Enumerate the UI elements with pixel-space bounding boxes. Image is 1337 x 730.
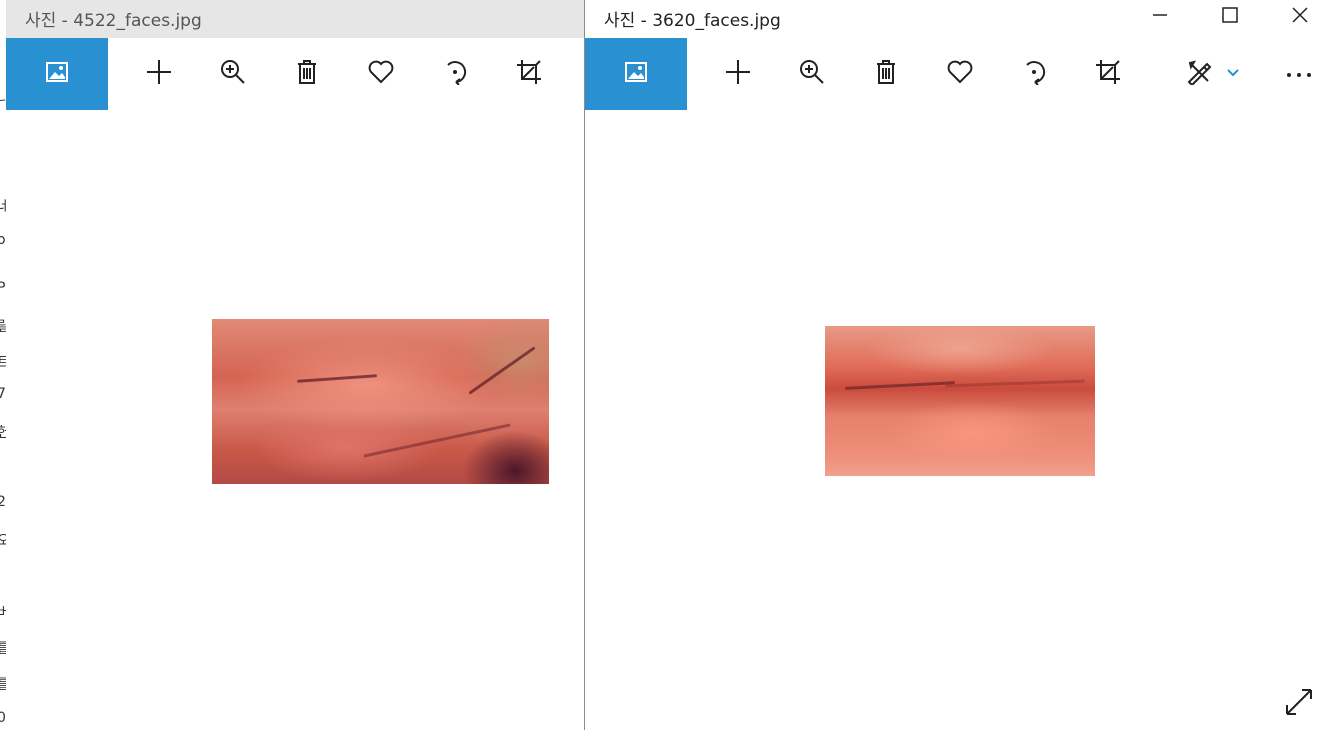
lip-crease: [363, 423, 511, 458]
zoom-in-icon: [799, 59, 825, 90]
chevron-down-icon: [1226, 65, 1240, 83]
zoom-button[interactable]: [203, 38, 263, 110]
expand-icon: [1284, 687, 1314, 722]
close-button[interactable]: [1277, 0, 1323, 34]
more-icon: [1286, 65, 1312, 83]
photos-window-4522: 사진 - 4522_faces.jpg: [6, 0, 584, 730]
minimize-icon: [1152, 7, 1168, 28]
crop-icon: [516, 59, 542, 90]
delete-icon: [296, 59, 318, 90]
toolbar: [585, 38, 1337, 110]
photo: [212, 319, 549, 484]
crop-button[interactable]: [499, 38, 559, 110]
edit-dropdown-button[interactable]: [1218, 38, 1248, 110]
crop-button[interactable]: [1078, 38, 1138, 110]
favorite-icon: [947, 60, 973, 89]
photos-window-3620: 사진 - 3620_faces.jpg: [584, 0, 1337, 730]
home-button[interactable]: [6, 38, 108, 110]
lip-crease: [844, 381, 956, 390]
close-icon: [1292, 6, 1308, 28]
bg-glyph: o: [0, 232, 6, 248]
edit-draw-icon: [1186, 59, 1214, 90]
zoom-button[interactable]: [782, 38, 842, 110]
more-button[interactable]: [1269, 38, 1329, 110]
zoom-in-icon: [220, 59, 246, 90]
rotate-icon: [442, 59, 468, 90]
crop-icon: [1095, 59, 1121, 90]
titlebar[interactable]: 사진 - 4522_faces.jpg: [6, 0, 584, 38]
bg-glyph: P: [0, 280, 5, 296]
add-icon: [725, 59, 751, 90]
lip-crease: [944, 379, 1086, 388]
favorite-button[interactable]: [930, 38, 990, 110]
favorite-icon: [368, 60, 394, 89]
delete-icon: [875, 59, 897, 90]
home-button[interactable]: [585, 38, 687, 110]
add-button[interactable]: [129, 38, 189, 110]
window-title: 사진 - 3620_faces.jpg: [604, 11, 781, 31]
titlebar[interactable]: 사진 - 3620_faces.jpg: [585, 0, 1337, 38]
add-icon: [146, 59, 172, 90]
rotate-button[interactable]: [425, 38, 485, 110]
add-button[interactable]: [708, 38, 768, 110]
favorite-button[interactable]: [351, 38, 411, 110]
delete-button[interactable]: [856, 38, 916, 110]
rotate-button[interactable]: [1004, 38, 1064, 110]
rotate-icon: [1021, 59, 1047, 90]
minimize-button[interactable]: [1137, 0, 1183, 34]
maximize-icon: [1222, 6, 1238, 28]
lip-crease: [468, 346, 536, 395]
window-title: 사진 - 4522_faces.jpg: [25, 11, 202, 31]
toolbar: [6, 38, 584, 110]
image-icon: [46, 61, 68, 87]
image-icon: [625, 61, 647, 87]
fullscreen-button[interactable]: [1279, 684, 1319, 724]
maximize-button[interactable]: [1207, 0, 1253, 34]
delete-button[interactable]: [277, 38, 337, 110]
lip-crease: [296, 374, 378, 383]
photo: [825, 326, 1095, 476]
